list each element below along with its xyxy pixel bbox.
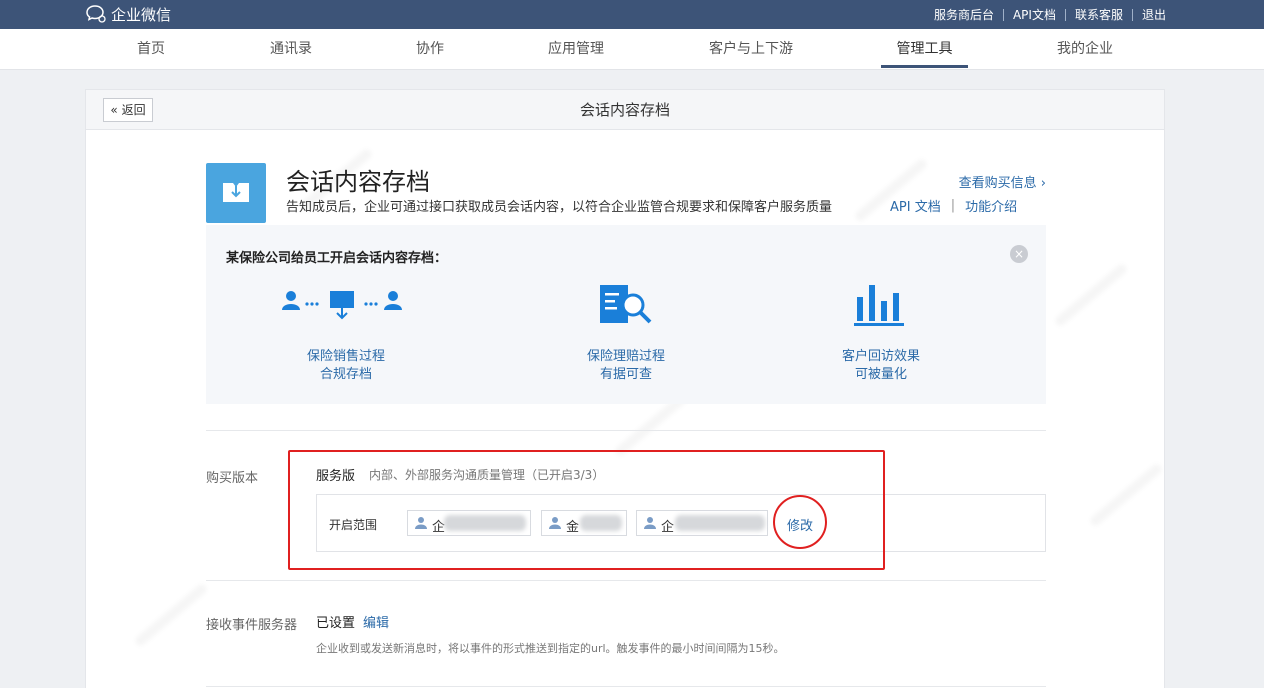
edit-event-server-button[interactable]: 编辑 xyxy=(363,612,389,631)
nav-item-my-company[interactable]: 我的企业 xyxy=(1045,29,1125,69)
bar-chart-icon xyxy=(791,280,971,330)
contact-support-link[interactable]: 联系客服 xyxy=(1075,6,1123,23)
wework-logo-icon xyxy=(86,5,106,23)
active-tab-indicator xyxy=(881,65,968,68)
card-header: 会话内容存档 « 返回 xyxy=(86,90,1164,130)
close-icon[interactable]: × xyxy=(1010,245,1028,263)
event-server-label: 接收事件服务器 xyxy=(206,618,298,633)
feature-line1: 客户回访效果 xyxy=(841,349,920,364)
feature-line1: 保险理赔过程 xyxy=(586,349,665,364)
divider xyxy=(206,580,1046,581)
service-provider-link[interactable]: 服务商后台 xyxy=(934,6,994,23)
feature-item: 保险销售过程 合规存档 xyxy=(256,280,436,384)
nav-item-contacts[interactable]: 通讯录 xyxy=(255,29,327,69)
nav-item-customers[interactable]: 客户与上下游 xyxy=(695,29,807,69)
nav-item-home[interactable]: 首页 xyxy=(118,29,184,69)
feature-line1: 保险销售过程 xyxy=(306,349,385,364)
feature-item: 客户回访效果 可被量化 xyxy=(791,280,971,384)
divider xyxy=(1131,8,1133,21)
example-panel: 某保险公司给员工开启会话内容存档： × 保险销售过程 合规存档 保险理赔过程 有… xyxy=(206,225,1046,404)
divider xyxy=(1002,8,1004,21)
watermark xyxy=(1088,462,1163,528)
top-bar: 企业微信 服务商后台 API文档 联系客服 退出 xyxy=(0,0,1264,29)
watermark xyxy=(133,582,208,648)
feature-line2: 合规存档 xyxy=(319,367,372,382)
divider: | xyxy=(950,198,956,213)
view-purchase-info-link[interactable]: 查看购买信息 › xyxy=(959,172,1046,191)
logo[interactable]: 企业微信 xyxy=(85,3,171,25)
feature-line2: 可被量化 xyxy=(854,367,907,382)
top-links: 服务商后台 API文档 联系客服 退出 xyxy=(934,6,1166,23)
example-title: 某保险公司给员工开启会话内容存档： xyxy=(226,251,448,266)
nav-item-app-management[interactable]: 应用管理 xyxy=(535,29,617,69)
back-button[interactable]: « 返回 xyxy=(103,98,153,122)
feature-line2: 有据可查 xyxy=(599,367,652,382)
logo-text: 企业微信 xyxy=(111,5,172,24)
app-name: 会话内容存档 xyxy=(286,168,430,196)
purchase-version-label: 购买版本 xyxy=(206,471,259,486)
highlight-circle xyxy=(773,495,827,549)
divider xyxy=(1064,8,1066,21)
document-search-icon xyxy=(536,280,716,330)
app-description: 告知成员后，企业可通过接口获取成员会话内容，以符合企业监管合规要求和保障客户服务… xyxy=(286,200,833,215)
app-links: API 文档 | 功能介绍 xyxy=(890,196,1017,215)
divider xyxy=(206,686,1046,687)
event-server-description: 企业收到或发送新消息时，将以事件的形式推送到指定的url。触发事件的最小时间间隔… xyxy=(316,642,785,655)
feature-intro-link[interactable]: 功能介绍 xyxy=(965,196,1017,215)
page-title: 会话内容存档 xyxy=(579,101,670,119)
logout-link[interactable]: 退出 xyxy=(1142,6,1166,23)
nav-item-collaboration[interactable]: 协作 xyxy=(400,29,460,69)
main-nav: 首页 通讯录 协作 应用管理 客户与上下游 管理工具 我的企业 xyxy=(0,29,1264,70)
divider xyxy=(206,430,1046,431)
nav-item-management-tools[interactable]: 管理工具 xyxy=(881,29,968,69)
feature-item: 保险理赔过程 有据可查 xyxy=(536,280,716,384)
watermark xyxy=(1053,262,1128,328)
event-server-status: 已设置 xyxy=(316,616,356,631)
api-doc-link[interactable]: API文档 xyxy=(1013,6,1056,23)
user-transfer-archive-icon xyxy=(256,280,436,330)
api-doc-link[interactable]: API 文档 xyxy=(890,196,941,215)
content-card: 会话内容存档 « 返回 会话内容存档 告知成员后，企业可通过接口获取成员会话内容… xyxy=(85,89,1165,688)
archive-download-icon xyxy=(206,163,266,223)
